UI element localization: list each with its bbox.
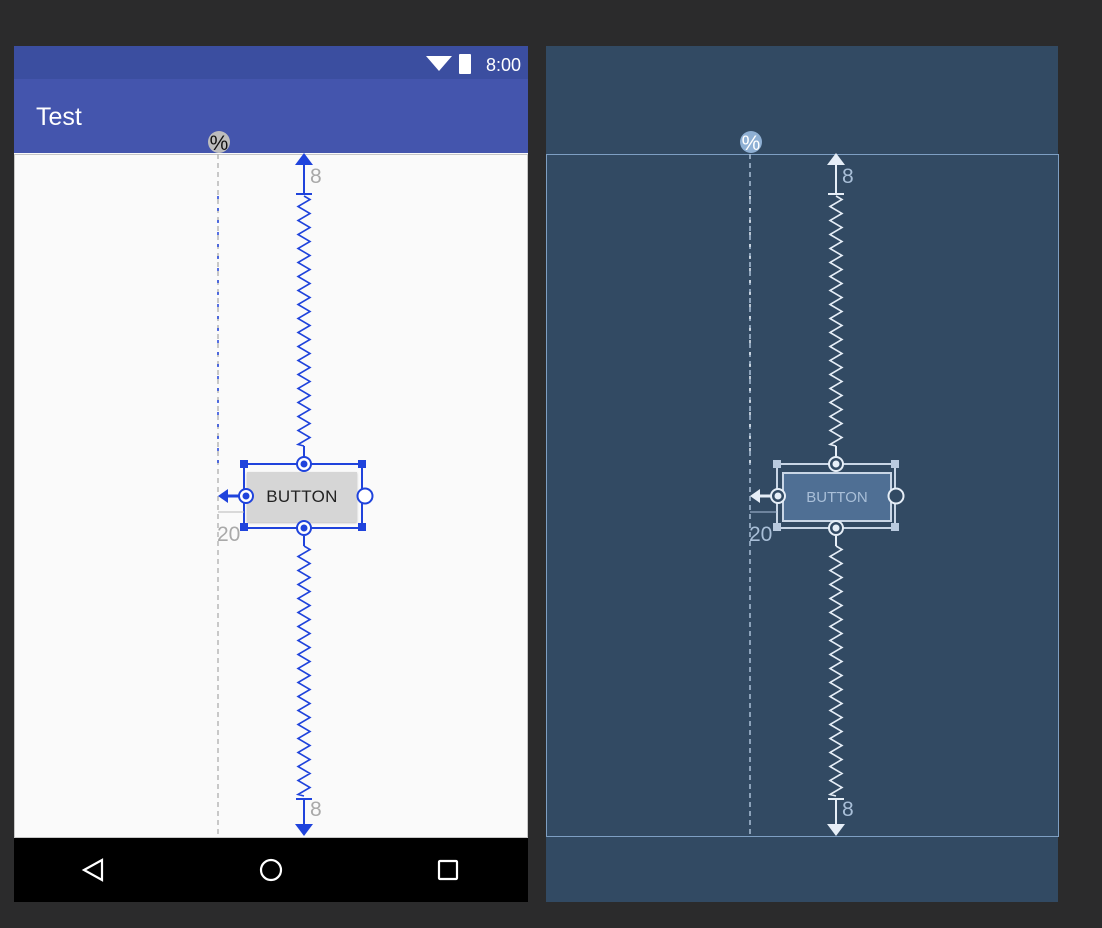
blueprint-widget-button[interactable]: BUTTON — [782, 472, 892, 522]
app-bar: Test — [14, 79, 528, 153]
wifi-icon — [426, 56, 452, 71]
home-icon[interactable] — [259, 858, 283, 882]
design-view[interactable]: 8:00 Test BUTTON % 8 8 20 — [14, 46, 528, 902]
app-title: Test — [36, 103, 82, 131]
status-bar: 8:00 — [14, 46, 528, 79]
navigation-bar — [14, 838, 528, 902]
widget-button[interactable]: BUTTON — [247, 472, 357, 522]
blueprint-percent-icon: % — [742, 132, 761, 155]
blueprint-guideline-percent-handle — [740, 131, 762, 153]
blueprint-view[interactable]: BUTTON % 8 8 20 — [546, 46, 1059, 902]
status-icons — [426, 54, 471, 74]
recents-icon[interactable] — [437, 859, 459, 881]
back-icon[interactable] — [81, 858, 104, 882]
battery-icon — [459, 54, 471, 74]
status-time: 8:00 — [485, 55, 521, 75]
layout-editor: 8:00 Test BUTTON % 8 8 20 BUTTON % 8 8 2… — [0, 0, 1102, 928]
nav-buttons — [81, 858, 459, 882]
